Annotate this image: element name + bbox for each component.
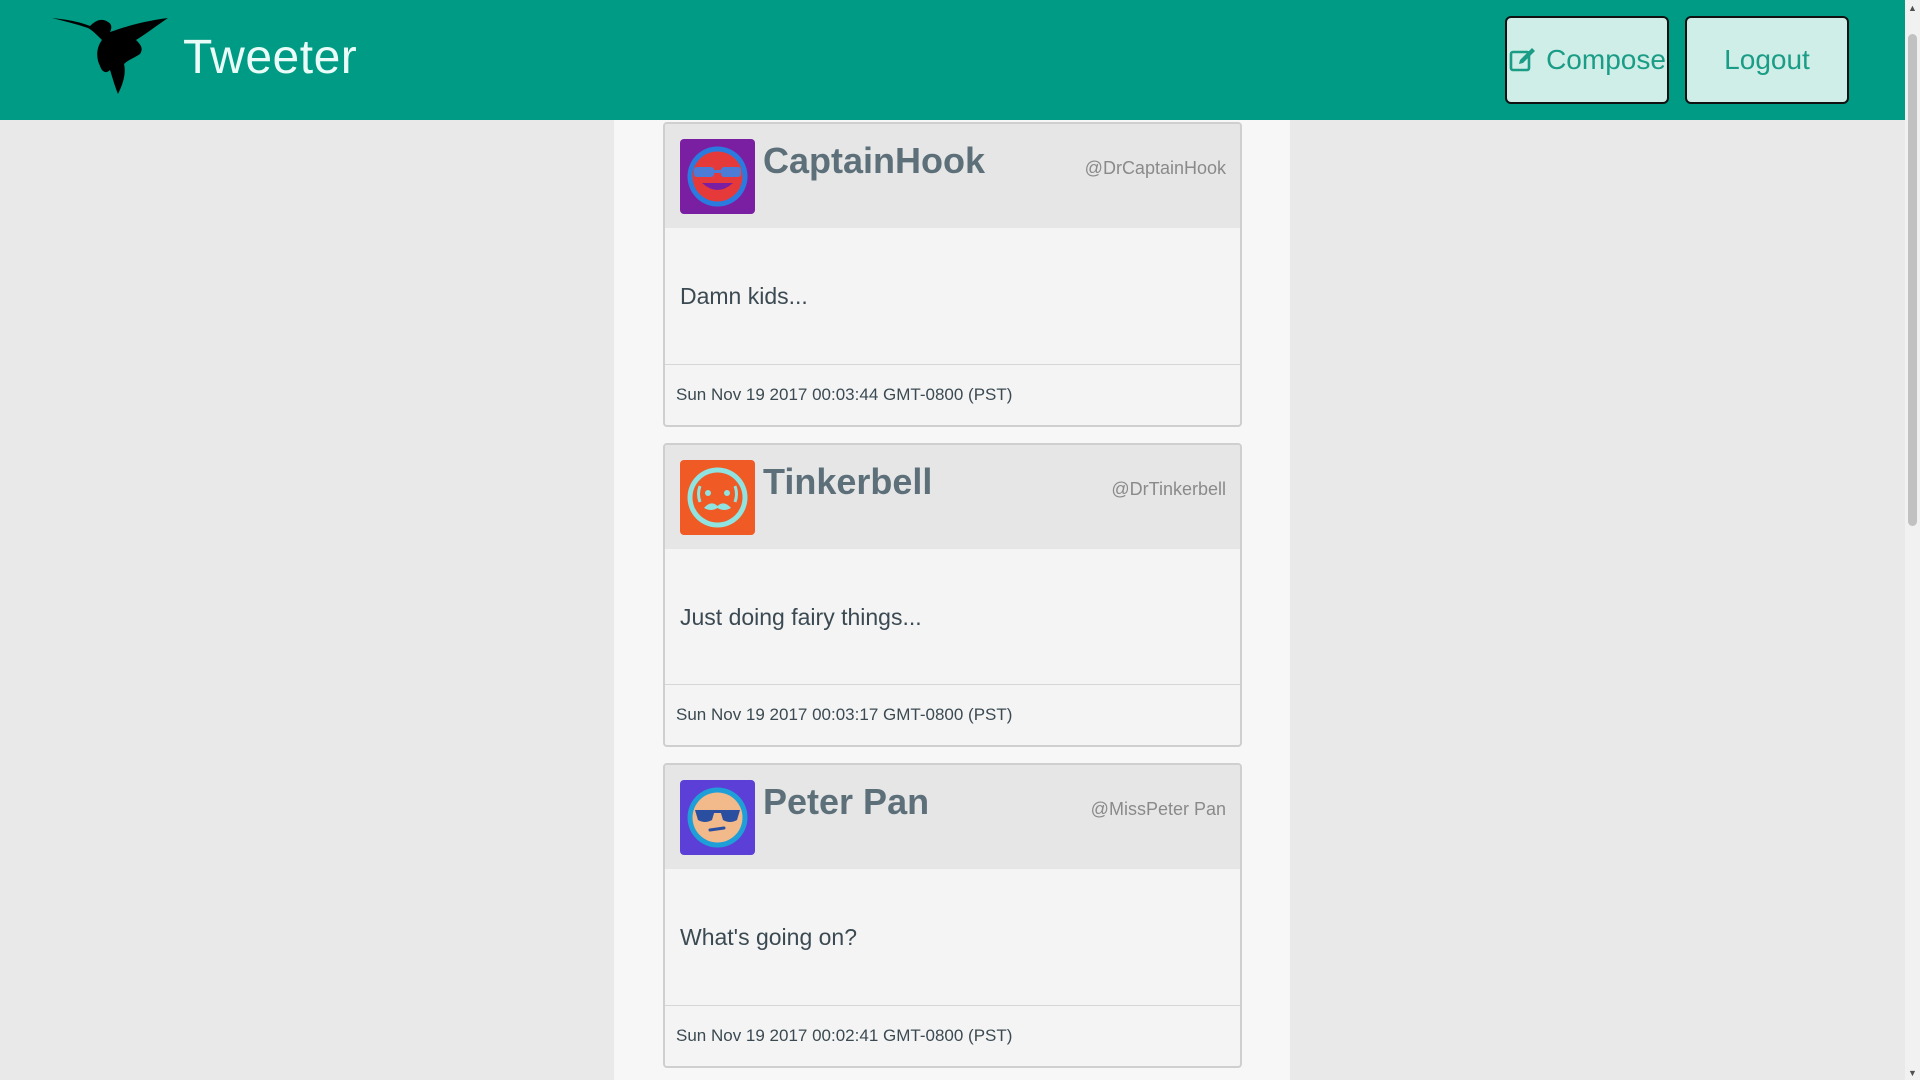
- tweet-author-handle: @DrCaptainHook: [1084, 158, 1226, 178]
- tweet-author-name: Tinkerbell: [763, 461, 933, 502]
- scroll-up-arrow-icon[interactable]: ▲: [1905, 0, 1920, 15]
- hummingbird-icon: [50, 14, 170, 100]
- tweet-timestamp: Sun Nov 19 2017 00:03:17 GMT-0800 (PST): [665, 684, 1240, 745]
- tweet-text: What's going on?: [680, 923, 858, 950]
- tweet-card: Peter Pan @MissPeter Pan What's going on…: [663, 763, 1242, 1068]
- scrollbar-thumb[interactable]: [1908, 34, 1917, 526]
- tweet-author-name: Peter Pan: [763, 781, 930, 822]
- logout-button[interactable]: Logout: [1685, 16, 1849, 104]
- tweet-card: Tinkerbell @DrTinkerbell Just doing fair…: [663, 443, 1242, 747]
- tweet-header: Tinkerbell @DrTinkerbell: [665, 445, 1240, 549]
- mustache-face-avatar-icon: [680, 460, 755, 535]
- pencil-square-icon: [1508, 45, 1538, 75]
- sunglasses-face-avatar-icon: [680, 780, 755, 855]
- robot-face-avatar-icon: [680, 139, 755, 214]
- tweet-text: Just doing fairy things...: [680, 603, 922, 630]
- compose-button[interactable]: Compose: [1505, 16, 1669, 104]
- tweet-card: CaptainHook @DrCaptainHook Damn kids... …: [663, 122, 1242, 427]
- vertical-scrollbar[interactable]: ▲ ▼: [1905, 0, 1920, 1080]
- top-navigation-bar: Tweeter Compose Logout: [0, 0, 1905, 120]
- tweet-timestamp: Sun Nov 19 2017 00:02:41 GMT-0800 (PST): [665, 1005, 1240, 1066]
- compose-label: Compose: [1546, 44, 1666, 75]
- tweet-text: Damn kids...: [680, 282, 808, 309]
- tweet-author-handle: @DrTinkerbell: [1111, 479, 1226, 499]
- tweet-timestamp: Sun Nov 19 2017 00:03:44 GMT-0800 (PST): [665, 364, 1240, 425]
- brand-title: Tweeter: [183, 31, 358, 84]
- tweet-author-name: CaptainHook: [763, 140, 986, 181]
- tweet-header: CaptainHook @DrCaptainHook: [665, 124, 1240, 228]
- tweet-author-handle: @MissPeter Pan: [1090, 799, 1226, 819]
- scroll-down-arrow-icon[interactable]: ▼: [1905, 1065, 1920, 1080]
- tweet-header: Peter Pan @MissPeter Pan: [665, 765, 1240, 869]
- page: Tweeter Compose Logout CaptainHook @DrCa…: [0, 0, 1920, 1080]
